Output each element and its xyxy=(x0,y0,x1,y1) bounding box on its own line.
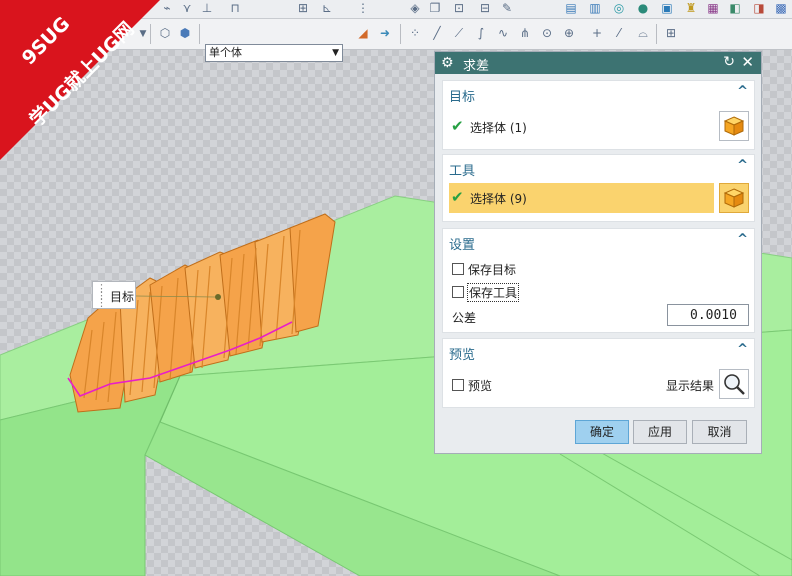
ring-icon[interactable]: ◎ xyxy=(612,1,626,15)
keep-tool-label[interactable]: 保存工具 xyxy=(467,283,520,302)
check-icon: ✔ xyxy=(451,188,464,206)
tool-select-row[interactable]: ✔ 选择体 (9) xyxy=(449,183,714,213)
copy-icon[interactable]: ❐ xyxy=(428,1,442,15)
preview-group-header[interactable]: 预览 xyxy=(449,344,475,363)
cube-icon xyxy=(723,116,745,136)
target-group: 目标 ^ ✔ 选择体 (1) xyxy=(442,80,755,150)
spline-icon[interactable]: ∿ xyxy=(496,26,510,40)
measure-icon[interactable]: ⊾ xyxy=(320,1,334,15)
tolerance-input[interactable]: 0.0010 xyxy=(667,304,749,326)
mid-point-icon[interactable]: ⟋ xyxy=(452,26,466,40)
palette-icon[interactable]: ✎ xyxy=(500,1,514,15)
electrode-icon[interactable]: ◨ xyxy=(752,1,766,15)
dimension-icon[interactable]: ⊥ xyxy=(200,1,214,15)
close-icon[interactable]: ✕ xyxy=(741,53,754,71)
preview-label[interactable]: 预览 xyxy=(468,377,492,394)
show-result-label: 显示结果 xyxy=(666,379,715,393)
cooling-icon[interactable]: ◧ xyxy=(728,1,742,15)
body-type-select[interactable]: 单个体 ▼ xyxy=(205,44,343,62)
show-result-button[interactable] xyxy=(719,369,749,399)
cylinder-icon[interactable]: ▣ xyxy=(660,1,674,15)
target-select-row[interactable]: ✔ 选择体 (1) xyxy=(449,112,714,142)
draft-icon[interactable]: ⌁ xyxy=(160,1,174,15)
intersect-icon[interactable]: ⋔ xyxy=(518,26,532,40)
grid-icon[interactable]: ⋮ xyxy=(356,1,370,15)
drag-grip-icon[interactable]: ⋮ ⋮ ⋮ xyxy=(96,283,107,308)
settings-group-header[interactable]: 设置 xyxy=(449,234,475,253)
keep-target-checkbox[interactable] xyxy=(452,263,464,275)
collapse-caret-icon[interactable]: ^ xyxy=(737,232,748,247)
keep-target-label[interactable]: 保存目标 xyxy=(468,261,516,278)
ok-button[interactable]: 确定 xyxy=(575,420,629,444)
dialog-title: 求差 xyxy=(463,59,490,74)
constraint-icon[interactable]: ⋎ xyxy=(180,1,194,15)
tool-group: 工具 ^ ✔ 选择体 (9) xyxy=(442,154,755,222)
target-group-header[interactable]: 目标 xyxy=(449,86,475,105)
mold-icon[interactable]: ▤ xyxy=(564,1,578,15)
report-icon[interactable]: ▩ xyxy=(774,1,788,15)
cube-icon[interactable]: ◈ xyxy=(408,1,422,15)
preview-checkbox[interactable] xyxy=(452,379,464,391)
tool-selection-label: 选择体 (9) xyxy=(470,192,527,206)
collapse-caret-icon[interactable]: ^ xyxy=(737,342,748,357)
select-tool-body-button[interactable] xyxy=(719,183,749,213)
gear-icon[interactable]: ⚙ xyxy=(441,54,454,72)
line-icon[interactable]: ╱ xyxy=(430,26,444,40)
subtract-dialog: ⚙ 求差 ↻ ✕ 目标 ^ ✔ 选择体 (1) 工具 ^ ✔ 选择体 (9) 设… xyxy=(434,51,762,454)
keep-tool-checkbox[interactable] xyxy=(452,286,464,298)
preview-group: 预览 ^ 预览 显示结果 xyxy=(442,338,755,408)
plus-icon[interactable]: + xyxy=(590,26,604,40)
snap-face-icon[interactable]: ⌓ xyxy=(636,26,650,40)
layer-icon[interactable]: ⊞ xyxy=(296,1,310,15)
tolerance-value: 0.0010 xyxy=(690,308,737,323)
sphere-icon[interactable]: ● xyxy=(636,1,650,15)
target-selection-label: 选择体 (1) xyxy=(470,121,527,135)
center-icon[interactable]: ⊙ xyxy=(540,26,554,40)
arrow-right-icon[interactable]: ➜ xyxy=(378,26,392,40)
quadrant-icon[interactable]: ⊕ xyxy=(562,26,576,40)
curve-icon[interactable]: ∫ xyxy=(474,26,488,40)
apply-button[interactable]: 应用 xyxy=(633,420,687,444)
collapse-caret-icon[interactable]: ^ xyxy=(737,158,748,173)
handle-point xyxy=(215,294,221,300)
solid-body-icon[interactable]: ⬡ xyxy=(158,26,172,40)
settings-group: 设置 ^ 保存目标 保存工具 公差 0.0010 xyxy=(442,228,755,333)
reset-icon[interactable]: ↻ xyxy=(723,54,735,70)
shaded-body-icon[interactable]: ⬢ xyxy=(178,26,192,40)
select-target-body-button[interactable] xyxy=(719,111,749,141)
dialog-title-bar[interactable]: ⚙ 求差 ↻ ✕ xyxy=(435,52,761,74)
tool-group-header[interactable]: 工具 xyxy=(449,160,475,179)
magnifier-icon xyxy=(724,374,745,395)
target-tag: ⋮ ⋮ ⋮ 目标 xyxy=(92,281,136,309)
slider-icon[interactable]: ▦ xyxy=(706,1,720,15)
collapse-caret-icon[interactable]: ^ xyxy=(737,84,748,99)
target-tag-label: 目标 xyxy=(110,290,135,304)
check-icon: ✔ xyxy=(451,117,464,135)
cavity-icon[interactable]: ▥ xyxy=(588,1,602,15)
pin-icon[interactable]: ♜ xyxy=(684,1,698,15)
cube-icon xyxy=(723,188,745,208)
grid-snap-icon[interactable]: ⊞ xyxy=(664,26,678,40)
assembly-icon[interactable]: ⊡ xyxy=(452,1,466,15)
end-point-icon[interactable]: ⁘ xyxy=(408,26,422,40)
tolerance-label: 公差 xyxy=(452,311,477,325)
cancel-button[interactable]: 取消 xyxy=(692,420,747,444)
chevron-down-icon: ▼ xyxy=(332,48,339,58)
sketch-icon[interactable]: ⊓ xyxy=(228,1,242,15)
snap-body-icon[interactable]: ◢ xyxy=(356,26,370,40)
slash-icon[interactable]: ⁄ xyxy=(612,26,626,40)
view-icon[interactable]: ⊟ xyxy=(478,1,492,15)
